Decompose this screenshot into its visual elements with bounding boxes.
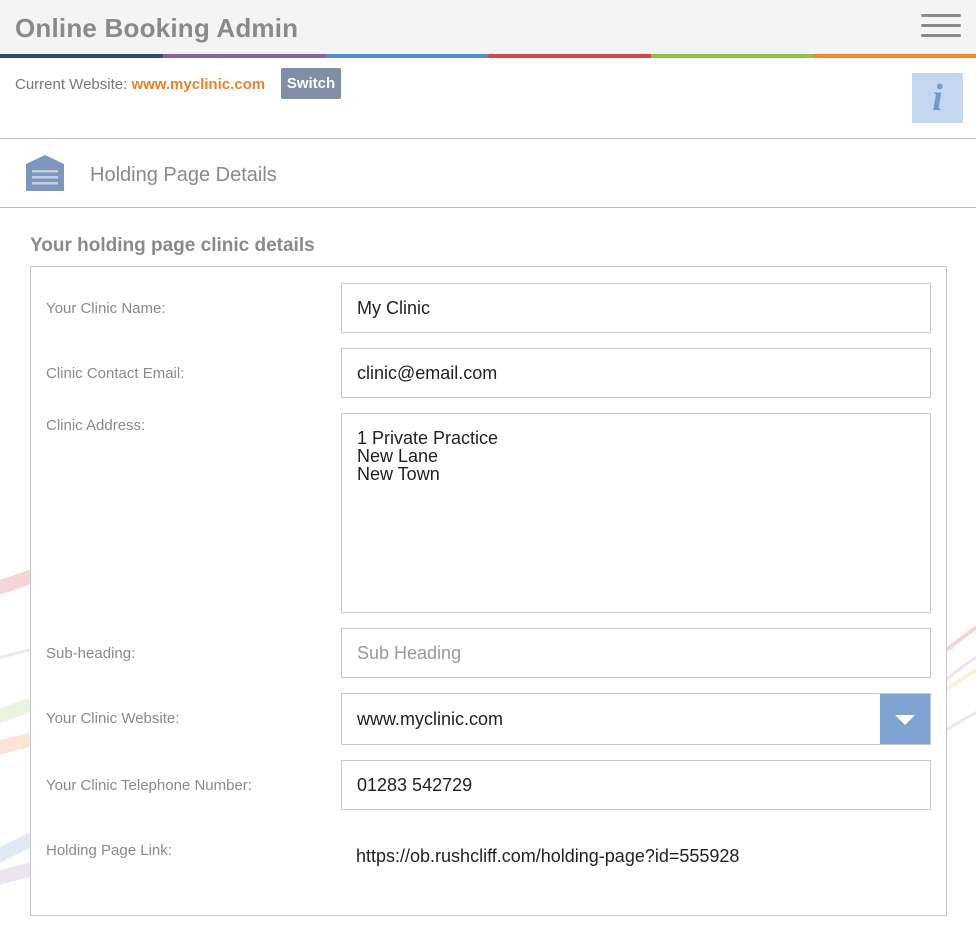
holding-page-form: Your Clinic Name: Clinic Contact Email: … [30,266,947,916]
section-header: Holding Page Details [0,139,976,208]
info-icon: i [932,77,943,119]
current-website-bar: Current Website: www.myclinic.com Switch… [0,58,976,139]
info-button[interactable]: i [912,73,963,123]
clinic-address-textarea[interactable]: 1 Private Practice New Lane New Town [341,413,931,613]
clinic-name-input[interactable] [341,283,931,333]
current-website-label: Current Website: www.myclinic.com [15,76,265,93]
app-header: Online Booking Admin [0,0,976,54]
section-title: Holding Page Details [90,164,277,186]
switch-website-button[interactable]: Switch [281,68,341,99]
app-title: Online Booking Admin [15,13,299,43]
menu-bar [921,24,961,27]
sub-heading-input[interactable] [341,628,931,678]
telephone-label: Your Clinic Telephone Number: [46,777,252,794]
clinic-address-label: Clinic Address: [46,417,146,434]
house-icon [26,155,64,191]
clinic-name-label: Your Clinic Name: [46,300,166,317]
contact-email-input[interactable] [341,348,931,398]
menu-bar [921,14,961,17]
form-heading: Your holding page clinic details [30,235,315,256]
holding-page-link-label: Holding Page Link: [46,842,172,859]
menu-bar [921,34,961,37]
current-website-value[interactable]: www.myclinic.com [131,76,265,93]
clinic-website-selected: www.myclinic.com [357,709,504,729]
hamburger-menu-icon[interactable] [921,12,963,42]
contact-email-label: Clinic Contact Email: [46,365,185,382]
holding-page-link-value[interactable]: https://ob.rushcliff.com/holding-page?id… [356,846,739,867]
chevron-down-icon[interactable] [880,694,930,744]
sub-heading-label: Sub-heading: [46,645,136,662]
clinic-website-label: Your Clinic Website: [46,710,180,727]
clinic-website-select[interactable]: www.myclinic.com [341,693,931,745]
current-website-caption: Current Website: [15,76,128,93]
telephone-input[interactable] [341,760,931,810]
